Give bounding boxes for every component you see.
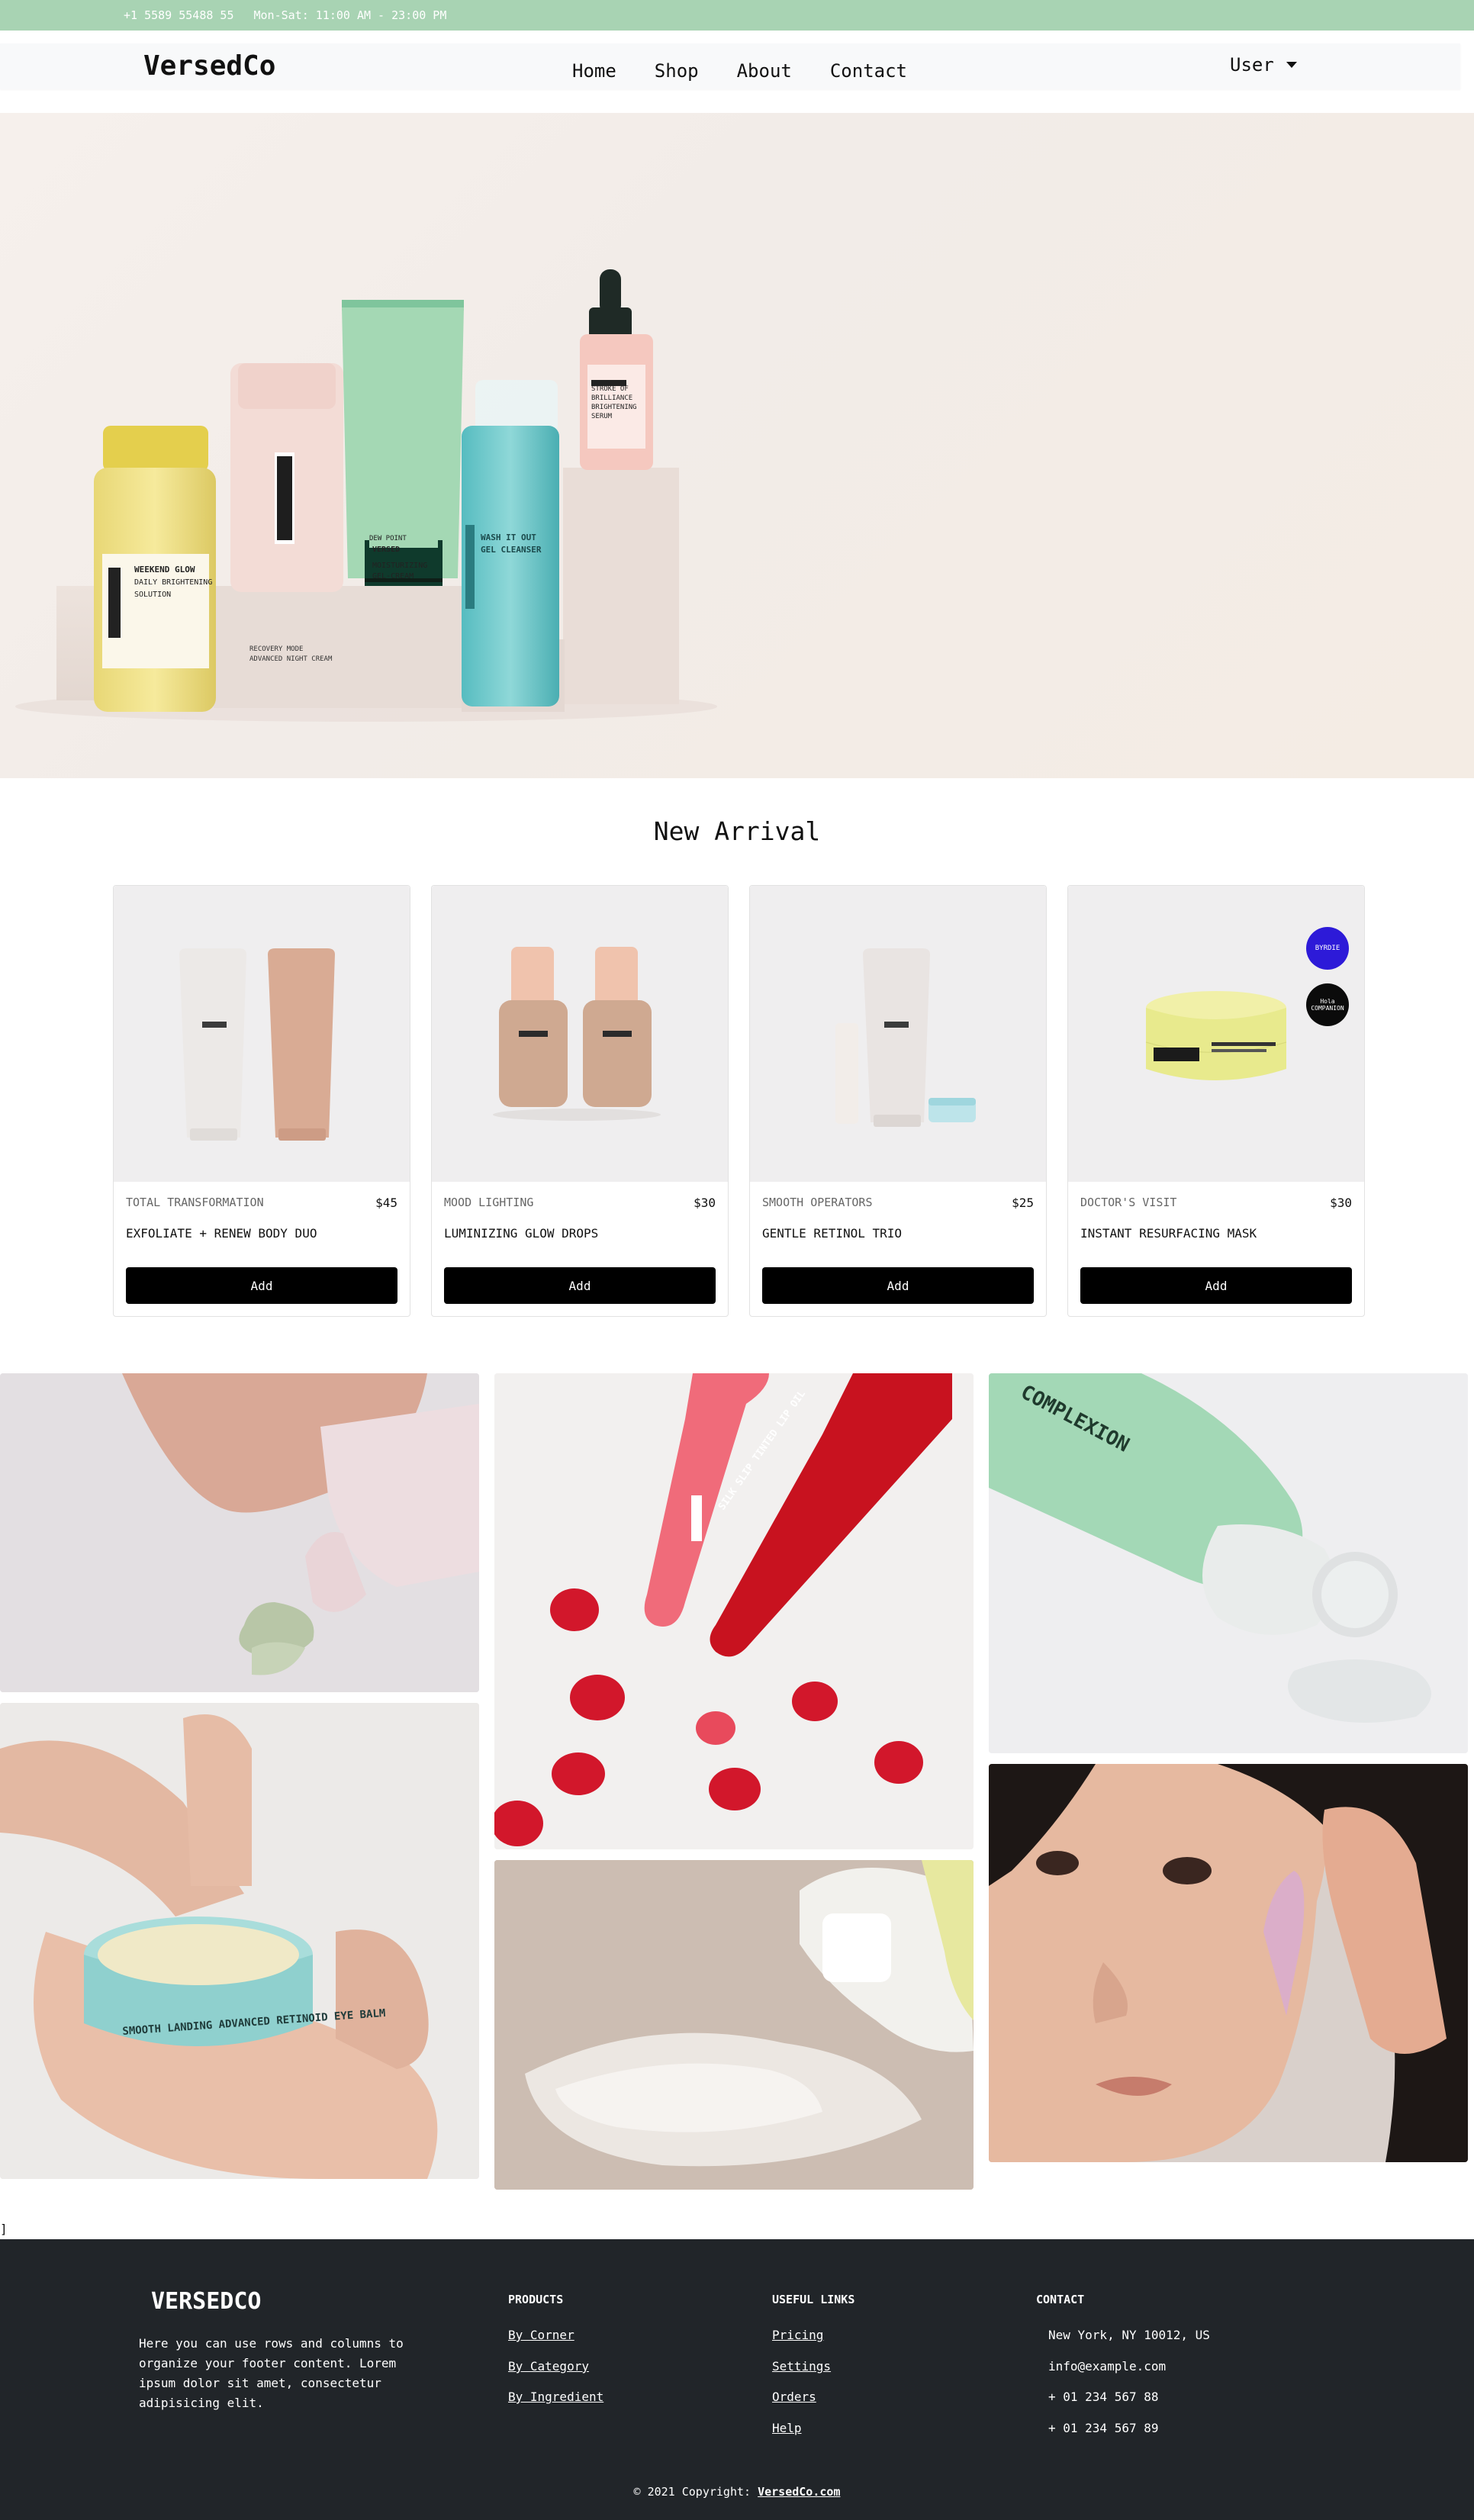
nav-contact[interactable]: Contact (830, 60, 907, 82)
product-category: TOTAL TRANSFORMATION (126, 1196, 264, 1209)
footer-phone-2: + 01 234 567 89 (1048, 2421, 1159, 2435)
product-name[interactable]: GENTLE RETINOL TRIO (762, 1226, 902, 1241)
svg-text:BRIGHTENING: BRIGHTENING (591, 404, 637, 411)
product-category: MOOD LIGHTING (444, 1196, 534, 1209)
footer-link-help[interactable]: Help (772, 2421, 802, 2435)
svg-text:RECOVERY MODE: RECOVERY MODE (249, 645, 303, 653)
award-badge-1: BYRDIE (1306, 927, 1349, 970)
footer-about-text: Here you can use rows and columns to org… (139, 2336, 404, 2410)
hero-banner: WEEKEND GLOW DAILY BRIGHTENING SOLUTION … (0, 113, 1474, 778)
footer-address: New York, NY 10012, US (1048, 2328, 1210, 2342)
product-name[interactable]: LUMINIZING GLOW DROPS (444, 1226, 598, 1241)
footer-copyright: © 2021 Copyright: VersedCo.com (0, 2485, 1474, 2499)
product-grid: TOTAL TRANSFORMATION $45 EXFOLIATE + REN… (113, 885, 1385, 1317)
brand-logo[interactable]: VersedCo (143, 50, 275, 82)
product-image[interactable] (750, 886, 1046, 1182)
footer-contact-title: CONTACT (1036, 2293, 1085, 2306)
product-price: $30 (1330, 1196, 1352, 1210)
product-price: $45 (375, 1196, 397, 1210)
nav-links: Home Shop About Contact (572, 60, 945, 82)
footer-phone-1: + 01 234 567 88 (1048, 2390, 1159, 2404)
svg-text:BRILLIANCE: BRILLIANCE (591, 394, 632, 402)
product-image[interactable] (114, 886, 410, 1182)
add-to-cart-button[interactable]: Add (126, 1267, 397, 1304)
navbar: VersedCo Home Shop About Contact User (0, 43, 1460, 89)
user-dropdown[interactable]: User (1230, 54, 1297, 76)
gallery-image-model (989, 1764, 1468, 2162)
footer-email: info@example.com (1048, 2359, 1167, 2374)
svg-text:GEL CLEANSER: GEL CLEANSER (481, 545, 542, 555)
svg-text:VERSED: VERSED (372, 546, 400, 554)
hero-product-photo: WEEKEND GLOW DAILY BRIGHTENING SOLUTION … (15, 269, 717, 722)
award-1-label: BYRDIE (1315, 945, 1340, 952)
gallery-image-lip-oil: SILK SLIP TINTED LIP OIL (494, 1373, 974, 1849)
svg-text:STROKE OF: STROKE OF (591, 385, 629, 393)
footer-link-pricing[interactable]: Pricing (772, 2328, 823, 2342)
award-2-label: Hola COMPANION (1311, 998, 1344, 1012)
add-to-cart-button[interactable]: Add (1080, 1267, 1352, 1304)
svg-text:WEEKEND GLOW: WEEKEND GLOW (134, 565, 195, 574)
nav-home[interactable]: Home (572, 60, 616, 82)
caret-down-icon (1286, 62, 1297, 68)
footer-products-title: PRODUCTS (508, 2293, 564, 2306)
top-info-bar: +1 5589 55488 55 Mon-Sat: 11:00 AM - 23:… (0, 0, 1474, 31)
user-label: User (1230, 54, 1274, 76)
svg-text:DAILY BRIGHTENING: DAILY BRIGHTENING (134, 578, 212, 587)
svg-text:SOLUTION: SOLUTION (134, 591, 171, 599)
footer-brand: VERSEDCO (151, 2288, 262, 2315)
product-image[interactable] (432, 886, 728, 1182)
gallery-image-eye-balm: SMOOTH LANDING ADVANCED RETINOID EYE BAL… (0, 1703, 479, 2179)
svg-text:WASH IT OUT: WASH IT OUT (481, 533, 536, 542)
svg-text:SERUM: SERUM (591, 413, 613, 420)
footer-link-by-category[interactable]: By Category (508, 2359, 589, 2374)
product-card[interactable]: TOTAL TRANSFORMATION $45 EXFOLIATE + REN… (113, 885, 410, 1317)
new-arrival-title: New Arrival (653, 816, 821, 846)
gallery-image-powder (494, 1860, 974, 2190)
stray-character: ] (0, 2222, 8, 2236)
svg-text:MOISTURIZING: MOISTURIZING (372, 562, 427, 570)
footer-link-orders[interactable]: Orders (772, 2390, 816, 2404)
gallery-image-pump (0, 1373, 479, 1692)
product-card[interactable]: SMOOTH OPERATORS $25 GENTLE RETINOL TRIO… (749, 885, 1047, 1317)
product-name[interactable]: EXFOLIATE + RENEW BODY DUO (126, 1226, 317, 1241)
product-name[interactable]: INSTANT RESURFACING MASK (1080, 1226, 1257, 1241)
phone-number: +1 5589 55488 55 (124, 8, 234, 22)
product-category: DOCTOR'S VISIT (1080, 1196, 1177, 1209)
footer-link-by-corner[interactable]: By Corner (508, 2328, 574, 2342)
product-category: SMOOTH OPERATORS (762, 1196, 873, 1209)
copyright-text: © 2021 Copyright: (633, 2485, 751, 2499)
nav-about[interactable]: About (737, 60, 792, 82)
footer-link-settings[interactable]: Settings (772, 2359, 831, 2374)
nav-shop[interactable]: Shop (655, 60, 699, 82)
add-to-cart-button[interactable]: Add (444, 1267, 716, 1304)
product-price: $30 (694, 1196, 716, 1210)
svg-text:DEW POINT: DEW POINT (369, 535, 407, 542)
add-to-cart-button[interactable]: Add (762, 1267, 1034, 1304)
footer-link-by-ingredient[interactable]: By Ingredient (508, 2390, 603, 2404)
opening-hours: Mon-Sat: 11:00 AM - 23:00 PM (253, 8, 447, 22)
product-price: $25 (1012, 1196, 1034, 1210)
copyright-link[interactable]: VersedCo.com (758, 2485, 840, 2499)
product-card[interactable]: BYRDIE Hola COMPANION DOCTOR'S VISIT $30… (1067, 885, 1365, 1317)
svg-text:GEL-CREAM: GEL-CREAM (372, 572, 414, 581)
svg-text:ADVANCED NIGHT CREAM: ADVANCED NIGHT CREAM (249, 655, 333, 663)
award-badge-2: Hola COMPANION (1306, 983, 1349, 1026)
product-card[interactable]: MOOD LIGHTING $30 LUMINIZING GLOW DROPS … (431, 885, 729, 1317)
gallery-image-complexion: COMPLEXION (989, 1373, 1468, 1753)
footer: VERSEDCO Here you can use rows and colum… (0, 2239, 1474, 2520)
footer-useful-title: USEFUL LINKS (772, 2293, 855, 2306)
